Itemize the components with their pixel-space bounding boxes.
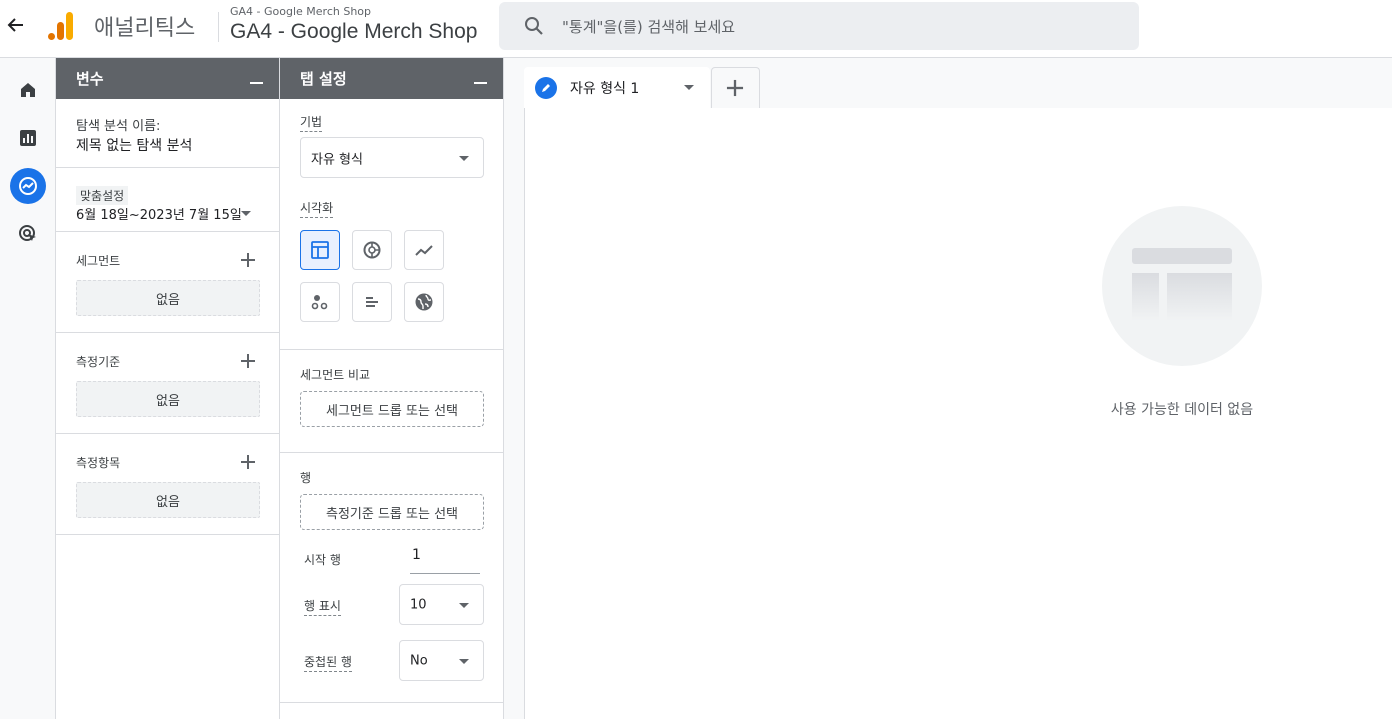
segments-section: 세그먼트 없음 [56, 232, 279, 333]
tab-settings-title: 탭 설정 [300, 70, 347, 88]
tab-free-form-1[interactable]: 자유 형식 1 [524, 67, 710, 108]
explore-icon[interactable] [10, 168, 46, 204]
table-icon[interactable] [300, 230, 340, 270]
exploration-name-input[interactable]: 제목 없는 탐색 분석 [76, 135, 192, 155]
segments-empty: 없음 [76, 280, 260, 316]
segment-compare-section: 세그먼트 비교 세그먼트 드롭 또는 선택 [280, 350, 503, 453]
bar-chart-icon[interactable] [352, 282, 392, 322]
dimensions-section: 측정기준 없음 [56, 333, 279, 434]
variables-panel: 변수 탐색 분석 이름: 제목 없는 탐색 분석 맞춤설정 6월 18일~202… [56, 58, 280, 719]
variables-title: 변수 [76, 70, 104, 88]
tab-title: 자유 형식 1 [570, 81, 640, 97]
app-name: 애널리틱스 [94, 16, 196, 41]
exploration-name-label: 탐색 분석 이름: [76, 119, 161, 134]
analytics-logo-icon [48, 12, 73, 40]
tab-settings-panel: 탭 설정 기법 자유 형식 시각화 세그먼트 비교 세그먼트 드롭 또는 선택 [280, 58, 504, 719]
nested-rows-select[interactable]: No [399, 640, 484, 681]
metrics-label: 측정항목 [76, 456, 121, 470]
tab-settings-header: 탭 설정 [280, 58, 503, 99]
search-icon [525, 17, 543, 35]
add-tab-button[interactable] [711, 67, 760, 108]
canvas-body: 사용 가능한 데이터 없음 [524, 108, 1392, 719]
add-dimension-icon[interactable] [241, 354, 255, 368]
plus-icon [726, 79, 744, 97]
dimensions-label: 측정기준 [76, 355, 121, 369]
technique-value: 자유 형식 [311, 152, 363, 167]
visualization-label: 시각화 [300, 199, 334, 218]
dimensions-empty: 없음 [76, 381, 260, 417]
reports-icon[interactable] [10, 120, 46, 156]
empty-table-icon [1132, 248, 1232, 321]
geo-map-icon[interactable] [404, 282, 444, 322]
segment-compare-dropzone[interactable]: 세그먼트 드롭 또는 선택 [300, 391, 484, 427]
show-rows-value: 10 [410, 597, 427, 612]
start-row-input[interactable]: 1 [410, 547, 480, 574]
edit-pencil-icon[interactable] [535, 77, 557, 99]
segment-compare-label: 세그먼트 비교 [300, 368, 371, 382]
empty-state-message: 사용 가능한 데이터 없음 [1110, 402, 1254, 418]
exploration-canvas: 자유 형식 1 사용 가능한 데이터 없음 [504, 58, 1392, 719]
empty-state-illustration [1102, 206, 1262, 366]
chevron-down-icon [459, 156, 469, 161]
collapse-tab-settings-icon[interactable] [474, 82, 487, 84]
advertising-icon[interactable] [10, 216, 46, 252]
technique-select[interactable]: 자유 형식 [300, 137, 484, 178]
left-nav-rail [0, 58, 56, 719]
date-dropdown-icon[interactable] [241, 211, 251, 216]
variables-header: 변수 [56, 58, 279, 99]
metrics-section: 측정항목 없음 [56, 434, 279, 535]
nested-rows-label: 중첩된 행 [304, 653, 352, 672]
start-row-label: 시작 행 [304, 553, 341, 567]
home-icon[interactable] [10, 72, 46, 108]
show-rows-select[interactable]: 10 [399, 584, 484, 625]
header-divider [218, 12, 219, 42]
exploration-name-section: 탐색 분석 이름: 제목 없는 탐색 분석 [56, 99, 279, 168]
donut-chart-icon[interactable] [352, 230, 392, 270]
chevron-down-icon [459, 603, 469, 608]
add-segment-icon[interactable] [241, 253, 255, 267]
metrics-empty: 없음 [76, 482, 260, 518]
search-placeholder: "통계"을(를) 검색해 보세요 [562, 18, 736, 36]
tab-menu-icon[interactable] [684, 85, 694, 90]
scatter-plot-icon[interactable] [300, 282, 340, 322]
back-arrow-icon[interactable] [6, 15, 26, 35]
collapse-variables-icon[interactable] [250, 82, 263, 84]
technique-viz-section: 기법 자유 형식 시각화 [280, 99, 503, 350]
date-preset-chip: 맞춤설정 [76, 186, 129, 205]
technique-label: 기법 [300, 113, 323, 132]
top-bar: 애널리틱스 GA4 - Google Merch Shop GA4 - Goog… [0, 0, 1392, 58]
show-rows-label: 행 표시 [304, 597, 341, 616]
segments-label: 세그먼트 [76, 254, 121, 268]
rows-section: 행 측정기준 드롭 또는 선택 시작 행 1 행 표시 10 중첩된 행 No [280, 453, 503, 703]
account-name[interactable]: GA4 - Google Merch Shop [230, 5, 371, 18]
chevron-down-icon [459, 659, 469, 664]
nested-rows-value: No [410, 653, 428, 668]
date-range-section[interactable]: 맞춤설정 6월 18일~2023년 7월 15일 [56, 168, 279, 232]
search-bar[interactable]: "통계"을(를) 검색해 보세요 [499, 2, 1139, 50]
add-metric-icon[interactable] [241, 455, 255, 469]
rows-label: 행 [300, 471, 312, 485]
rows-dropzone[interactable]: 측정기준 드롭 또는 선택 [300, 494, 484, 530]
line-chart-icon[interactable] [404, 230, 444, 270]
date-range-value: 6월 18일~2023년 7월 15일 [76, 208, 242, 223]
property-name[interactable]: GA4 - Google Merch Shop [230, 20, 477, 44]
